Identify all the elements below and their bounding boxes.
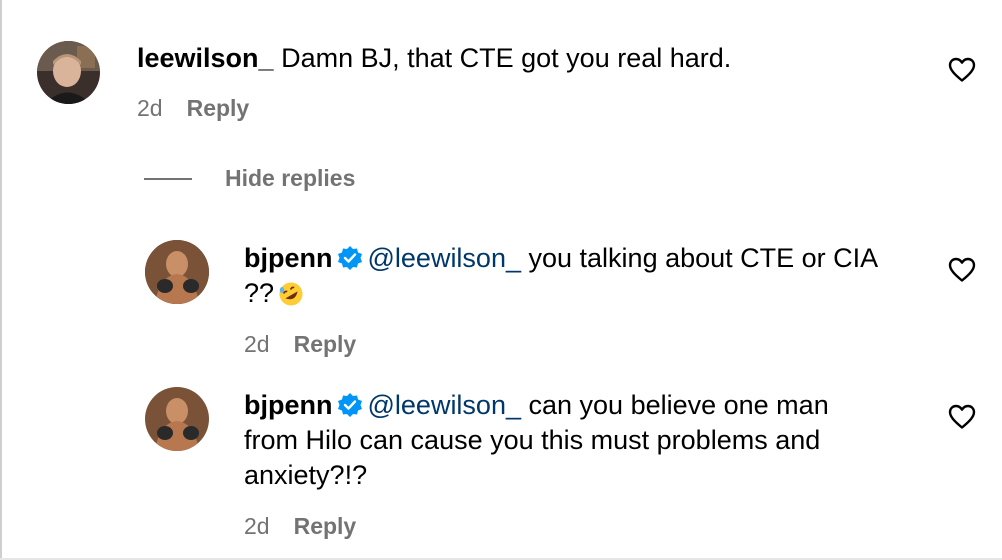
reply-text-line1: can you believe one man	[528, 390, 829, 420]
avatar-photo-icon	[145, 387, 209, 451]
reply-time: 2d	[244, 331, 270, 357]
comment-meta: 2d Reply	[137, 94, 249, 122]
reply-mention[interactable]: @leewilson_	[368, 243, 521, 273]
verified-badge-icon	[337, 393, 362, 417]
reply-meta: 2d Reply	[244, 512, 356, 540]
comment-username[interactable]: leewilson_	[137, 43, 274, 73]
heart-icon[interactable]	[948, 404, 976, 430]
comment-body: leewilson_ Damn BJ, that CTE got you rea…	[137, 41, 731, 76]
reply-button[interactable]: Reply	[294, 331, 357, 357]
reply-body: bjpenn @leewilson_ can you believe one ma…	[244, 388, 934, 493]
reply-text-line2: ??	[244, 278, 275, 308]
comment-time: 2d	[137, 95, 163, 121]
reply-body: bjpenn @leewilson_ you talking about CTE …	[244, 241, 934, 311]
hide-replies-button[interactable]: Hide replies	[225, 164, 355, 192]
avatar-photo-icon	[37, 41, 100, 104]
reply-text-line1: you talking about CTE or CIA	[528, 243, 879, 273]
reply-time: 2d	[244, 513, 270, 539]
avatar[interactable]	[145, 240, 209, 304]
reply-meta: 2d Reply	[244, 330, 356, 358]
reply-text-line2: from Hilo can cause you this must proble…	[244, 425, 821, 455]
avatar[interactable]	[145, 387, 209, 451]
window-edge	[0, 0, 2, 560]
reply-text-line3: anxiety?!?	[244, 460, 368, 490]
avatar-photo-icon	[145, 240, 209, 304]
hide-replies-divider	[144, 178, 192, 180]
verified-badge-icon	[337, 246, 362, 270]
heart-icon[interactable]	[948, 257, 976, 283]
reply-username[interactable]: bjpenn	[244, 390, 333, 420]
reply-username[interactable]: bjpenn	[244, 243, 333, 273]
heart-icon[interactable]	[948, 57, 976, 83]
reply-button[interactable]: Reply	[187, 95, 250, 121]
comment-text: Damn BJ, that CTE got you real hard.	[281, 43, 732, 73]
rolling-on-floor-laughing-emoji-icon	[279, 282, 303, 306]
reply-mention[interactable]: @leewilson_	[368, 390, 521, 420]
avatar[interactable]	[37, 41, 100, 104]
reply-button[interactable]: Reply	[294, 513, 357, 539]
